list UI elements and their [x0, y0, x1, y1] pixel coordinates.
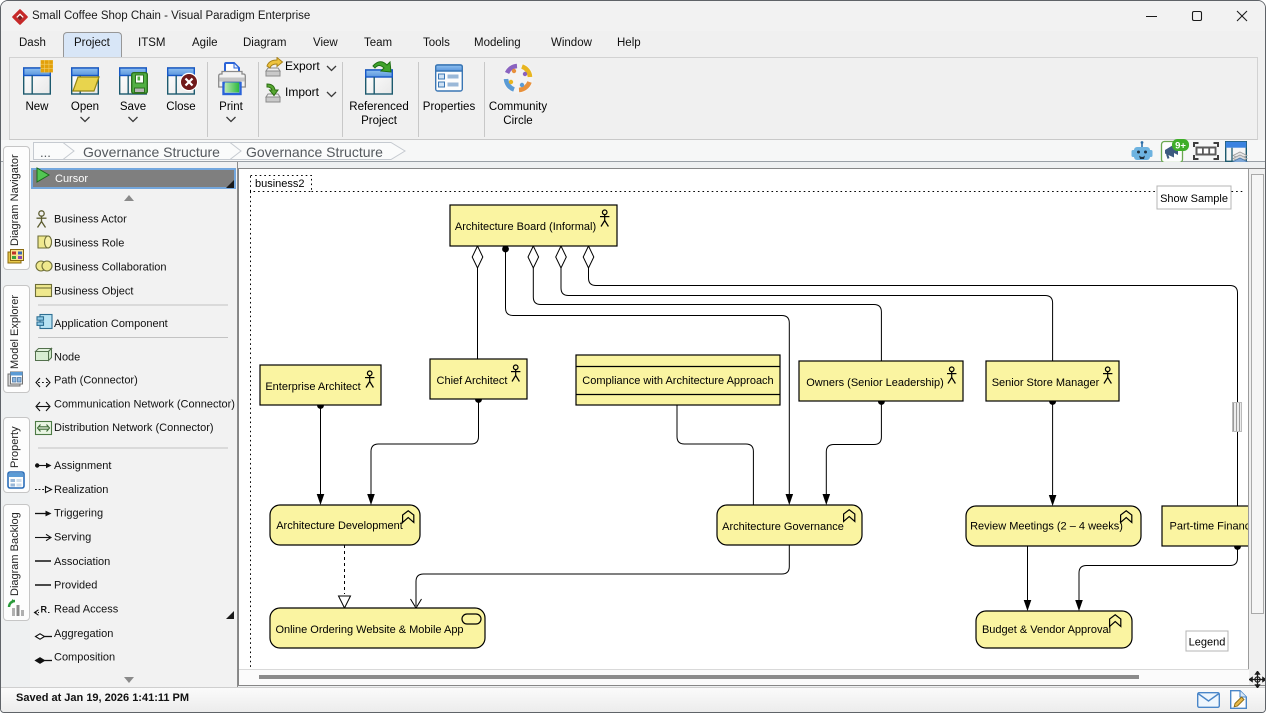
svg-text:Association: Association [54, 556, 110, 568]
svg-text:Referenced: Referenced [349, 101, 408, 113]
svg-text:Realization: Realization [54, 484, 108, 496]
svg-text:Online Ordering Website & Mobi: Online Ordering Website & Mobile App [275, 624, 463, 636]
svg-text:Community: Community [489, 101, 547, 113]
svg-text:Assignment: Assignment [54, 460, 111, 472]
svg-text:Part-time Finance: Part-time Finance [1170, 521, 1250, 533]
svg-text:New: New [25, 101, 49, 113]
svg-text:Aggregation: Aggregation [54, 628, 113, 640]
svg-text:Application Component: Application Component [54, 318, 168, 330]
svg-text:Close: Close [166, 101, 195, 113]
svg-text:Provided: Provided [54, 580, 97, 592]
svg-text:R: R [41, 605, 48, 615]
svg-text:9+: 9+ [1175, 140, 1186, 151]
svg-text:Compliance with Architecture A: Compliance with Architecture Approach [582, 375, 773, 387]
svg-text:Read Access: Read Access [54, 604, 119, 616]
svg-text:Print: Print [219, 101, 243, 113]
svg-text:Business Collaboration: Business Collaboration [54, 262, 167, 274]
svg-text:Save: Save [120, 101, 146, 113]
svg-text:Chief Architect: Chief Architect [437, 375, 508, 387]
svg-text:Review Meetings (2 – 4 weeks): Review Meetings (2 – 4 weeks) [970, 521, 1123, 533]
svg-text:Owners (Senior Leadership): Owners (Senior Leadership) [806, 377, 944, 389]
svg-text:Import: Import [285, 85, 320, 99]
svg-text:Architecture Development: Architecture Development [276, 520, 403, 532]
svg-text:Circle: Circle [503, 115, 532, 127]
svg-text:Legend: Legend [1189, 637, 1226, 649]
svg-text:Business Object: Business Object [54, 286, 133, 298]
svg-text:Triggering: Triggering [54, 508, 103, 520]
svg-text:Communication Network (Connect: Communication Network (Connector) [54, 398, 235, 410]
svg-text:Serving: Serving [54, 532, 91, 544]
svg-text:Composition: Composition [54, 652, 115, 664]
svg-text:Architecture Governance: Architecture Governance [722, 521, 844, 533]
svg-text:Open: Open [71, 101, 99, 113]
svg-text:Export: Export [285, 59, 320, 73]
svg-text:Properties: Properties [423, 101, 476, 113]
svg-text:Distribution Network (Connecto: Distribution Network (Connector) [54, 422, 214, 434]
svg-text:business2: business2 [255, 178, 305, 190]
svg-text:Project: Project [361, 115, 398, 127]
svg-text:Business Actor: Business Actor [54, 214, 127, 226]
svg-text:Show Sample: Show Sample [1160, 193, 1228, 205]
svg-text:Budget & Vendor Approval: Budget & Vendor Approval [982, 624, 1111, 636]
svg-text:Path (Connector): Path (Connector) [54, 375, 138, 387]
svg-text:Node: Node [54, 351, 80, 363]
svg-text:Enterprise Architect: Enterprise Architect [265, 381, 360, 393]
svg-text:Architecture Board (Informal): Architecture Board (Informal) [455, 221, 596, 233]
svg-text:Business Role: Business Role [54, 238, 124, 250]
svg-text:Senior Store Manager: Senior Store Manager [992, 377, 1100, 389]
